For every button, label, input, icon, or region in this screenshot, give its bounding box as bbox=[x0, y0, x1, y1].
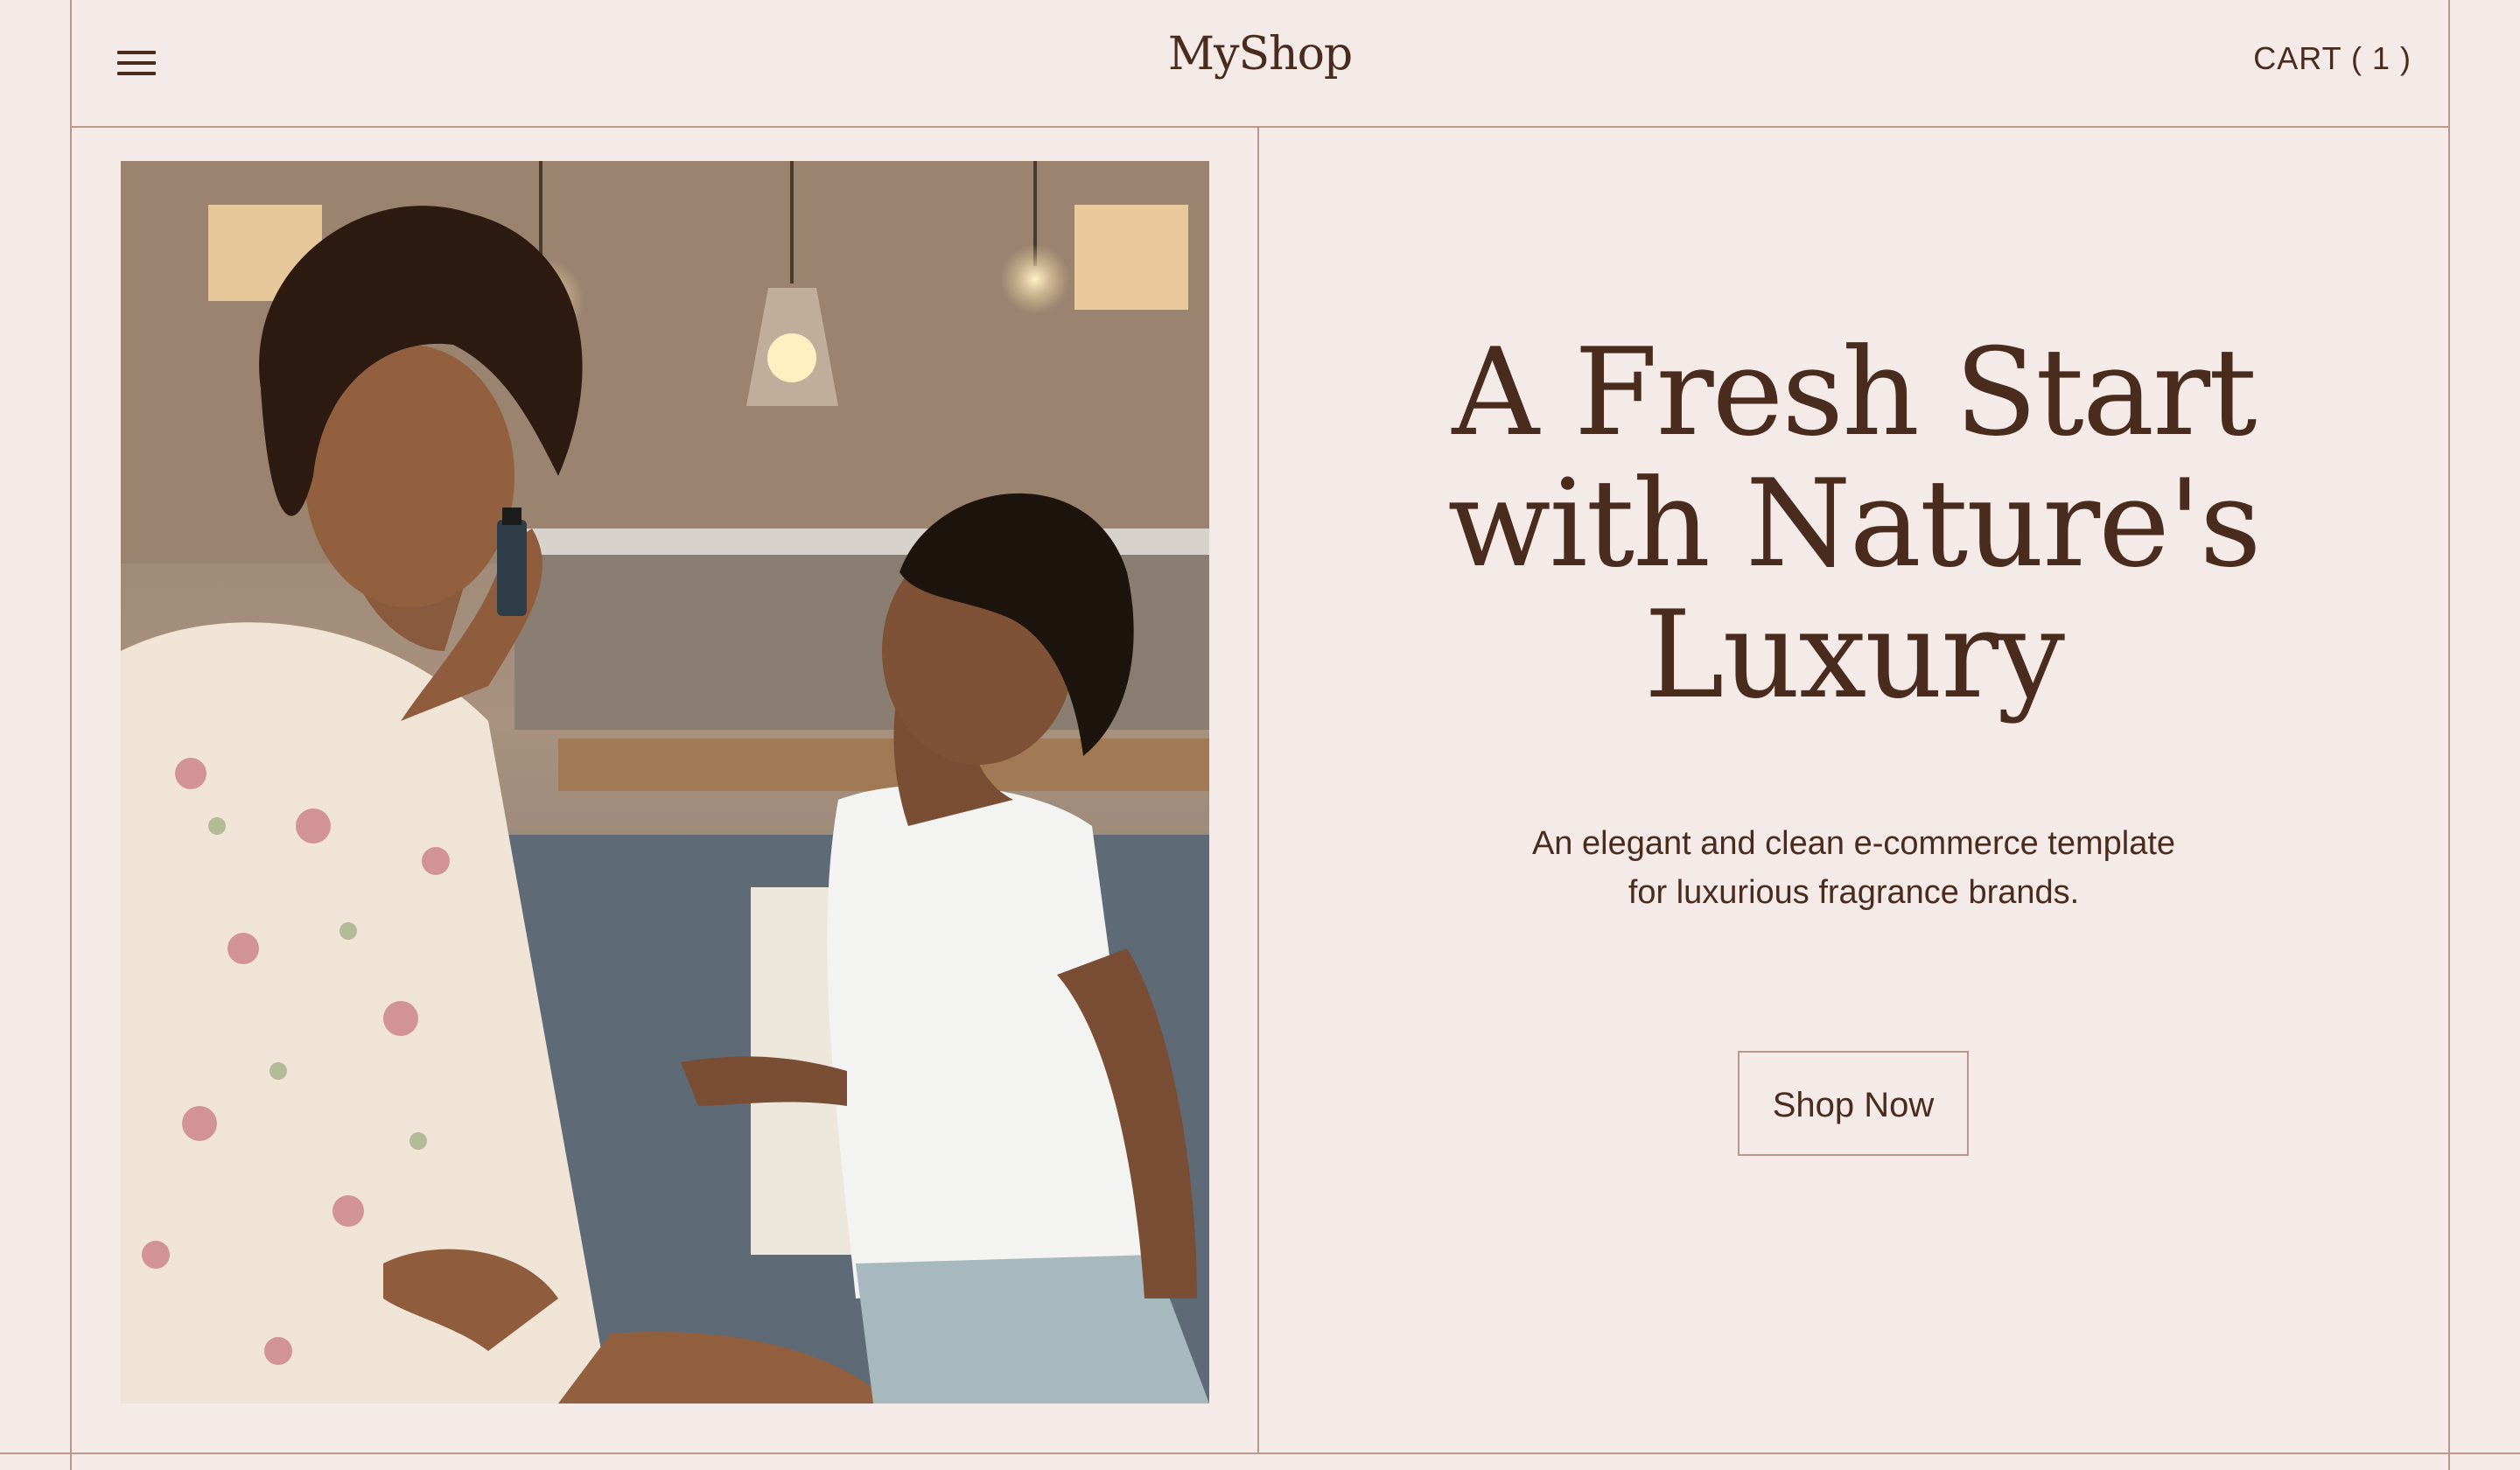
hero-title-line: with Nature's bbox=[1447, 453, 2261, 594]
hero-subtitle-line: An elegant and clean e-commerce template bbox=[1531, 825, 2176, 862]
hero-title-line: Luxury bbox=[1643, 584, 2065, 725]
shop-now-button[interactable]: Shop Now bbox=[1738, 1051, 1969, 1156]
hero-title: A Fresh Start with Nature's Luxury bbox=[1259, 327, 2448, 721]
site-logo[interactable]: MyShop bbox=[72, 28, 2448, 80]
site-header: MyShop CART ( 1 ) bbox=[72, 0, 2448, 128]
hero-subtitle: An elegant and clean e-commerce template… bbox=[1259, 819, 2448, 917]
cart-link[interactable]: CART ( 1 ) bbox=[2253, 40, 2412, 77]
frame-border-right bbox=[2448, 0, 2450, 1470]
section-divider bbox=[0, 1452, 2520, 1454]
hero-subtitle-line: for luxurious fragrance brands. bbox=[1628, 874, 2080, 911]
hero-image bbox=[121, 161, 1209, 1404]
hero-text-panel: A Fresh Start with Nature's Luxury An el… bbox=[1259, 128, 2448, 1452]
frame-border-left bbox=[70, 0, 72, 1470]
hero-title-line: A Fresh Start bbox=[1452, 322, 2257, 463]
